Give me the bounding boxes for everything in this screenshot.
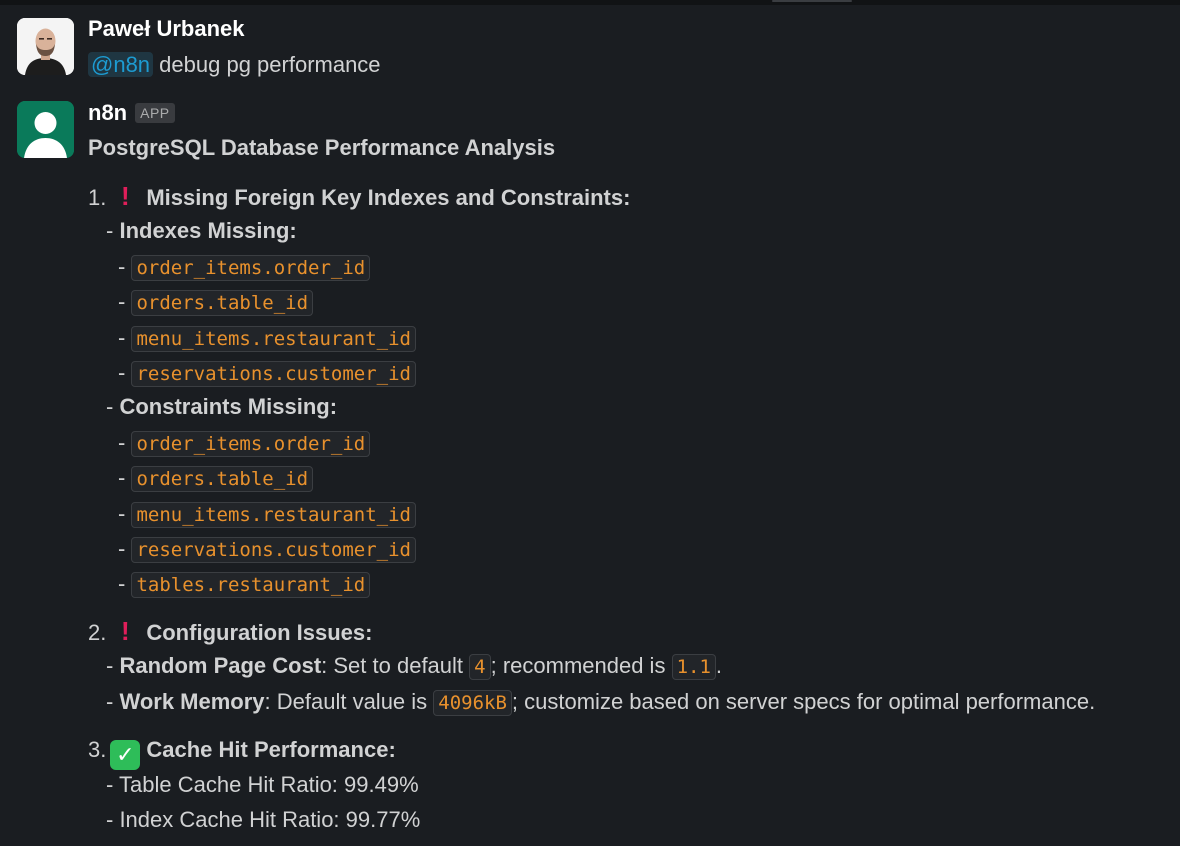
section-2-title: Configuration Issues: — [146, 620, 373, 645]
rpc-text-3: . — [715, 653, 723, 678]
section-3-heading: 3. ✓ Cache Hit Performance: — [88, 736, 396, 770]
bot-author-name[interactable]: n8n — [88, 100, 127, 126]
constraints-missing-heading: - Constraints Missing: — [106, 394, 338, 419]
rpc-text-1: : Set to default — [321, 653, 470, 678]
list-item: - menu_items.restaurant_id — [118, 500, 416, 528]
rpc-recommended-value: 1.1 — [671, 654, 716, 680]
person-photo-icon — [17, 18, 74, 75]
list-item: - order_items.order_id — [118, 429, 371, 457]
code-inline: order_items.order_id — [131, 431, 371, 457]
work-memory-value: 4096kB — [433, 690, 512, 716]
code-inline: reservations.customer_id — [131, 537, 416, 563]
exclamation-icon: ! — [121, 181, 130, 211]
code-inline: menu_items.restaurant_id — [131, 502, 416, 528]
list-item: - order_items.order_id — [118, 253, 371, 281]
section-3-title: Cache Hit Performance: — [146, 737, 396, 762]
code-inline: menu_items.restaurant_id — [131, 326, 416, 352]
indexes-missing-label: Indexes Missing: — [119, 218, 297, 243]
user-avatar[interactable] — [17, 18, 74, 75]
window-top-edge — [0, 0, 1180, 5]
list-item: - menu_items.restaurant_id — [118, 324, 416, 352]
index-cache-hit-ratio: - Index Cache Hit Ratio: 99.77% — [106, 807, 421, 832]
random-page-cost-label: Random Page Cost — [119, 653, 322, 678]
user-author-name[interactable]: Paweł Urbanek — [88, 16, 245, 42]
section-2-number: 2. — [88, 620, 107, 645]
drag-handle[interactable] — [772, 0, 852, 2]
bot-avatar[interactable] — [17, 101, 74, 158]
code-inline: order_items.order_id — [131, 255, 371, 281]
work-memory-line: - Work Memory: Default value is 4096kB; … — [106, 689, 1096, 716]
analysis-title: PostgreSQL Database Performance Analysis — [88, 135, 556, 160]
list-item: - tables.restaurant_id — [118, 570, 371, 598]
bot-mention[interactable]: @n8n — [88, 52, 154, 77]
user-name-row: Paweł Urbanek — [88, 16, 245, 42]
exclamation-icon: ! — [121, 616, 130, 646]
section-1-heading: 1.! Missing Foreign Key Indexes and Const… — [88, 182, 630, 212]
wm-text-2: ; customize based on server specs for op… — [511, 689, 1096, 714]
rpc-default-value: 4 — [469, 654, 491, 680]
constraints-missing-label: Constraints Missing: — [119, 394, 338, 419]
rpc-text-2: ; recommended is — [490, 653, 672, 678]
check-mark-icon: ✓ — [110, 740, 141, 770]
wm-text-1: : Default value is — [264, 689, 434, 714]
code-inline: reservations.customer_id — [131, 361, 416, 387]
indexes-missing-heading: - Indexes Missing: — [106, 218, 297, 243]
code-inline: orders.table_id — [131, 466, 314, 492]
section-2-heading: 2.! Configuration Issues: — [88, 617, 372, 647]
code-inline: orders.table_id — [131, 290, 314, 316]
table-cache-hit-ratio: - Table Cache Hit Ratio: 99.49% — [106, 772, 419, 797]
user-message-text: @n8n debug pg performance — [88, 51, 381, 79]
list-item: - orders.table_id — [118, 288, 314, 316]
section-1-title: Missing Foreign Key Indexes and Constrai… — [146, 185, 631, 210]
list-item: - reservations.customer_id — [118, 535, 416, 563]
work-memory-label: Work Memory — [119, 689, 265, 714]
section-3-number: 3. — [88, 737, 107, 762]
default-user-icon — [17, 101, 74, 158]
user-message-body: debug pg performance — [159, 52, 381, 77]
section-1-number: 1. — [88, 185, 107, 210]
code-inline: tables.restaurant_id — [131, 572, 371, 598]
random-page-cost-line: - Random Page Cost: Set to default 4; re… — [106, 653, 723, 680]
list-item: - reservations.customer_id — [118, 359, 416, 387]
bot-name-row: n8n APP — [88, 100, 175, 126]
app-badge: APP — [135, 103, 175, 123]
list-item: - orders.table_id — [118, 464, 314, 492]
